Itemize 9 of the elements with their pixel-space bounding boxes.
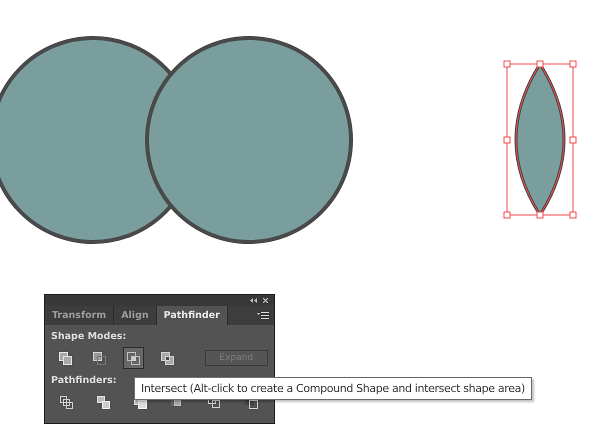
tooltip: Intersect (Alt-click to create a Compound Shape and intersect shape area) (134, 377, 532, 400)
collapse-icon[interactable] (250, 298, 257, 303)
intersect-icon[interactable] (122, 347, 144, 369)
section-label: Shape Modes: (51, 331, 128, 342)
panel-tab[interactable]: Pathfinder (156, 306, 228, 325)
section-label: Pathfinders: (51, 375, 118, 386)
selection-bounding-box[interactable] (504, 60, 576, 218)
panel-menu-icon[interactable] (257, 312, 269, 319)
close-icon[interactable] (263, 298, 268, 303)
